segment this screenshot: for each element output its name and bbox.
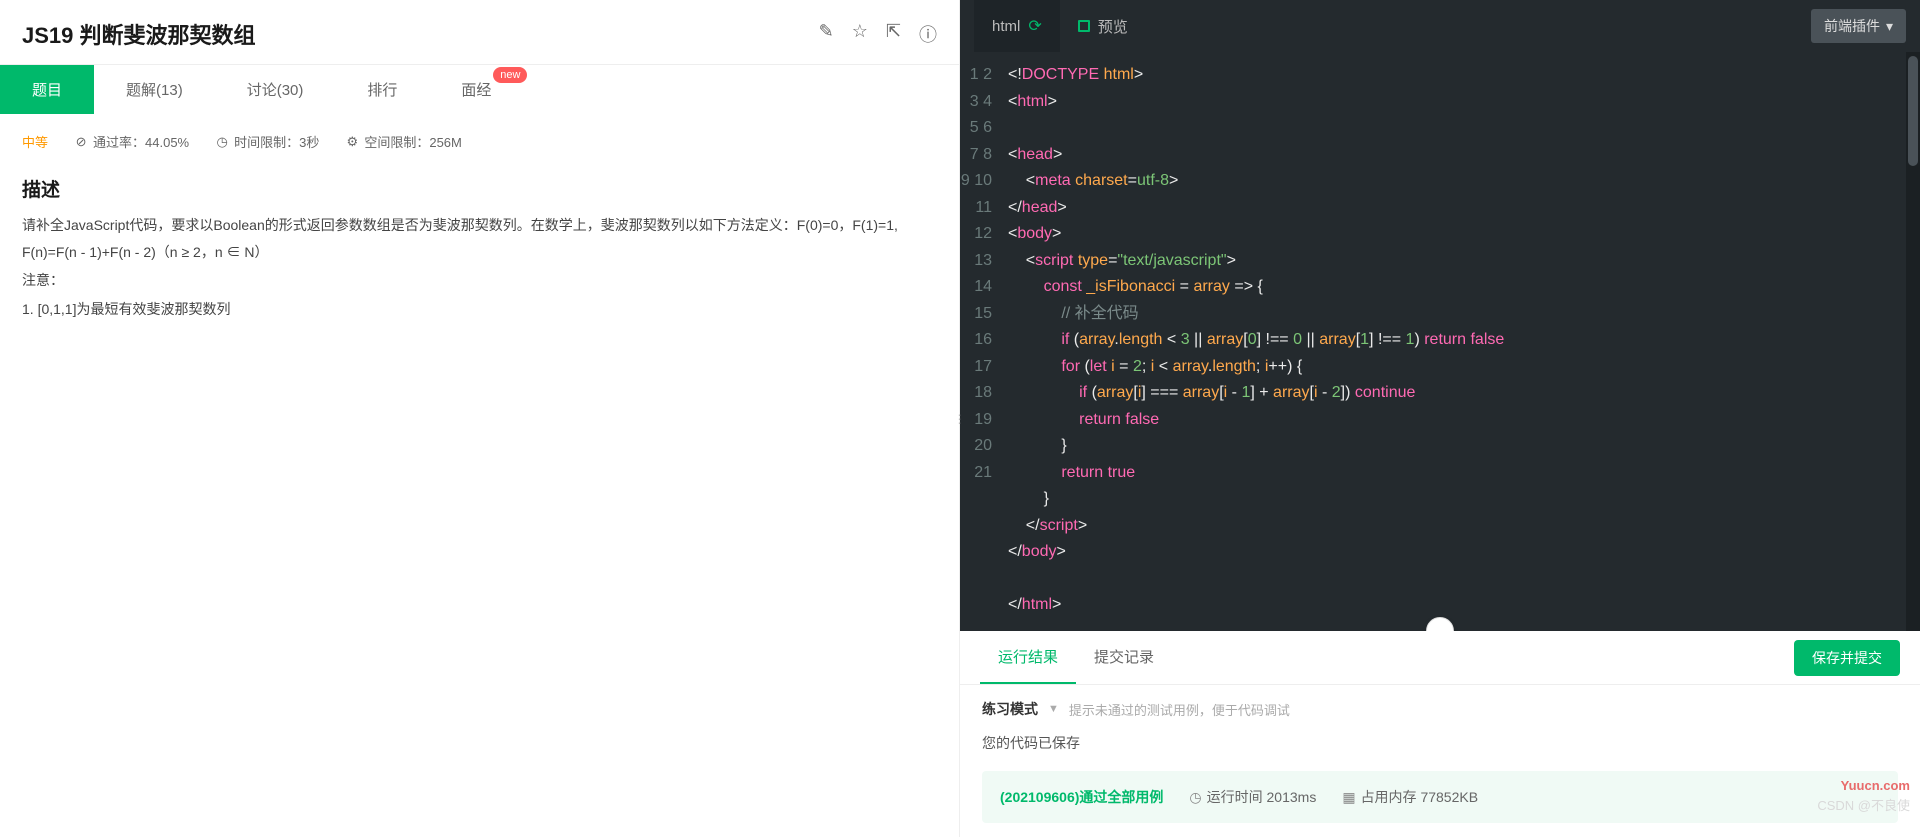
watermark-credit: CSDN @不良使 <box>1817 796 1910 816</box>
editor-tab-html[interactable]: html ⟳ <box>974 0 1060 52</box>
desc-line: 1. [0,1,1]为最短有效斐波那契数列 <box>22 296 937 323</box>
refresh-icon[interactable]: ⟳ <box>1028 16 1041 36</box>
editor-header: html ⟳ 预览 前端插件 ▾ <box>960 0 1920 52</box>
problem-panel: JS19 判断斐波那契数组 ✎ ☆ ⇱ ⓘ 题目 题解(13) 讨论(30) 排… <box>0 0 960 837</box>
split-handle[interactable]: ⋮ <box>954 412 967 426</box>
tab-run-result[interactable]: 运行结果 <box>980 631 1076 684</box>
memory-stat: ▦占用内存 77852KB <box>1342 787 1478 807</box>
description-heading: 描述 <box>0 169 959 212</box>
tab-problem[interactable]: 题目 <box>0 65 94 114</box>
desc-line: 注意： <box>22 267 937 294</box>
mode-row: 练习模式 ▼ 提示未通过的测试用例，便于代码调试 <box>960 685 1920 727</box>
share-icon[interactable]: ⇱ <box>886 21 901 47</box>
chip-icon: ▦ <box>1342 789 1355 806</box>
watermark-site: Yuucn.com <box>1817 776 1910 796</box>
pass-rate: ⊘通过率：44.05% <box>74 132 189 151</box>
submit-button[interactable]: 保存并提交 <box>1794 640 1900 676</box>
editor-tab-preview[interactable]: 预览 <box>1060 0 1146 52</box>
plugin-button-label: 前端插件 <box>1824 16 1880 36</box>
edit-icon[interactable]: ✎ <box>819 21 834 47</box>
editor-tab-preview-label: 预览 <box>1098 16 1128 37</box>
code-editor[interactable]: 1 2 3 4 5 6 7 8 9 10 11 12 13 14 15 16 1… <box>960 52 1920 631</box>
clock-icon: ◷ <box>215 135 229 149</box>
space-limit: ⚙空间限制：256M <box>345 132 462 151</box>
problem-tabs: 题目 题解(13) 讨论(30) 排行 面经 new <box>0 65 959 114</box>
gear-icon: ⚙ <box>345 135 359 149</box>
meta-row: 中等 ⊘通过率：44.05% ◷时间限制：3秒 ⚙空间限制：256M <box>0 114 959 169</box>
result-tabs: 运行结果 提交记录 保存并提交 <box>960 631 1920 685</box>
editor-tabs: html ⟳ 预览 <box>974 0 1146 52</box>
tab-interview-label: 面经 <box>461 82 491 99</box>
tab-interview[interactable]: 面经 new <box>429 65 523 114</box>
plugin-button[interactable]: 前端插件 ▾ <box>1811 9 1906 43</box>
scrollbar[interactable] <box>1906 52 1920 631</box>
chevron-down-icon: ▾ <box>1886 18 1893 35</box>
page-title: JS19 判断斐波那契数组 <box>22 18 256 50</box>
description-body: 请补全JavaScript代码，要求以Boolean的形式返回参数数组是否为斐波… <box>0 212 959 322</box>
preview-icon <box>1078 20 1090 32</box>
scroll-thumb[interactable] <box>1908 56 1918 166</box>
clock-icon: ◷ <box>1189 789 1201 806</box>
check-icon: ⊘ <box>74 135 88 149</box>
time-limit: ◷时间限制：3秒 <box>215 132 319 151</box>
watermark: Yuucn.com CSDN @不良使 <box>1817 776 1910 815</box>
mode-label[interactable]: 练习模式 <box>982 699 1038 719</box>
saved-message: 您的代码已保存 <box>960 727 1920 767</box>
collapse-button[interactable]: ⌄ <box>1426 617 1454 631</box>
runtime-stat: ◷运行时间 2013ms <box>1189 787 1316 807</box>
code-content: <!DOCTYPE html> <html> <head> <meta char… <box>1008 62 1504 619</box>
difficulty-badge: 中等 <box>22 132 48 151</box>
star-icon[interactable]: ☆ <box>852 21 868 47</box>
editor-panel: html ⟳ 预览 前端插件 ▾ 1 2 3 4 5 6 7 8 9 10 11… <box>960 0 1920 837</box>
chevron-down-icon[interactable]: ▼ <box>1048 703 1059 715</box>
tab-solutions[interactable]: 题解(13) <box>94 65 215 114</box>
tab-rank[interactable]: 排行 <box>335 65 429 114</box>
tab-discuss[interactable]: 讨论(30) <box>215 65 336 114</box>
info-icon[interactable]: ⓘ <box>919 21 937 47</box>
new-badge: new <box>493 67 527 83</box>
title-actions: ✎ ☆ ⇱ ⓘ <box>819 21 937 47</box>
tab-submit-history[interactable]: 提交记录 <box>1076 631 1172 684</box>
pass-result-box: (202109606)通过全部用例 ◷运行时间 2013ms ▦占用内存 778… <box>982 771 1898 823</box>
pass-id: (202109606)通过全部用例 <box>1000 787 1163 807</box>
mode-desc: 提示未通过的测试用例，便于代码调试 <box>1069 700 1290 719</box>
editor-tab-html-label: html <box>992 18 1020 35</box>
desc-line: 请补全JavaScript代码，要求以Boolean的形式返回参数数组是否为斐波… <box>22 212 937 265</box>
title-bar: JS19 判断斐波那契数组 ✎ ☆ ⇱ ⓘ <box>0 0 959 65</box>
